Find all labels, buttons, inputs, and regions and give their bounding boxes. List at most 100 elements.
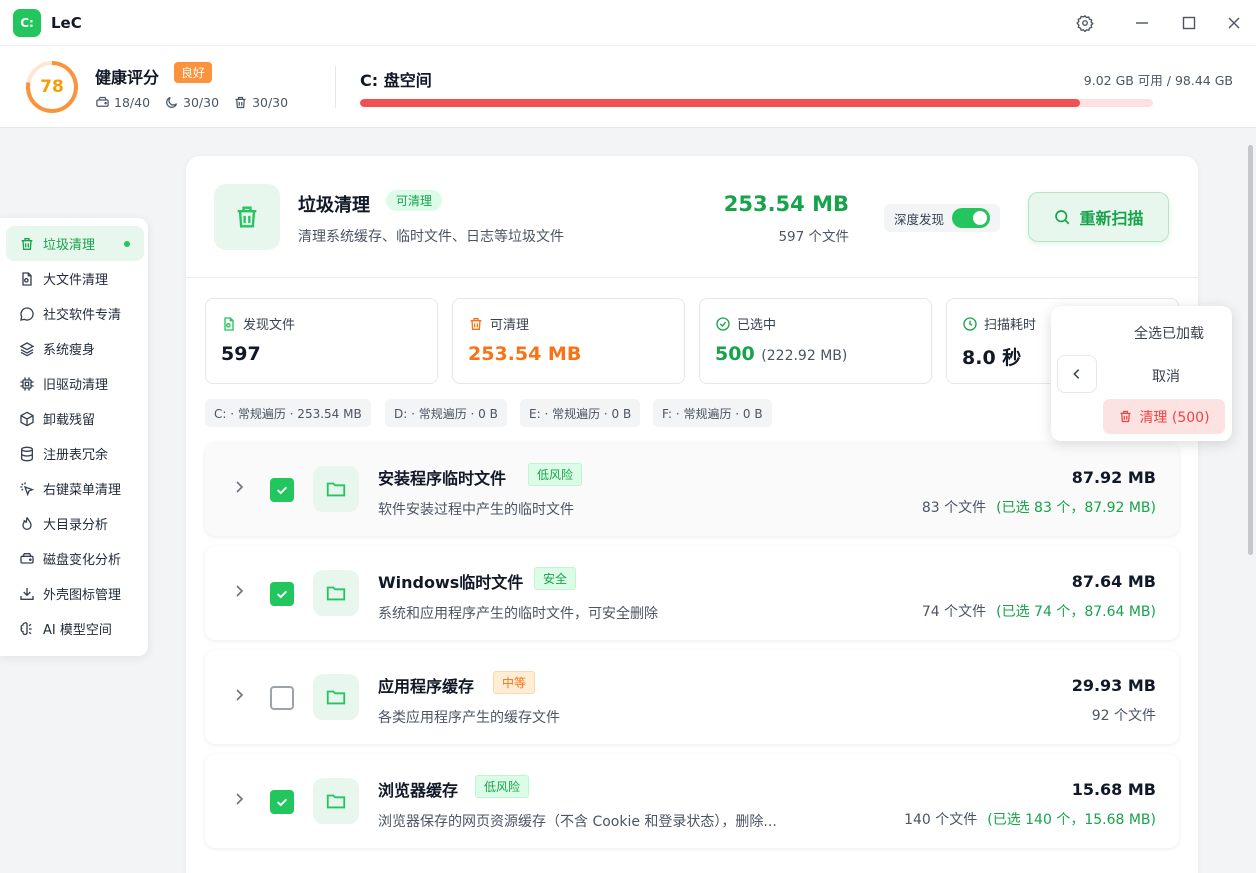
- stat-label: 可清理: [490, 318, 530, 333]
- health-stats: 18/40 30/30 30/30: [95, 95, 288, 110]
- search-icon: [1055, 210, 1070, 225]
- health-score-ring: 78: [26, 61, 78, 113]
- sidebar-item-junk-clean[interactable]: 垃圾清理: [6, 226, 144, 261]
- sidebar-item-label: 垃圾清理: [43, 238, 96, 253]
- sidebar-item-registry[interactable]: 注册表冗余: [6, 436, 144, 471]
- row-size: 87.92 MB: [1071, 468, 1156, 487]
- category-row-app-cache[interactable]: 应用程序缓存 中等 各类应用程序产生的缓存文件 29.93 MB 92 个文件: [205, 650, 1179, 744]
- deep-discovery-toggle[interactable]: [952, 208, 991, 228]
- hard-drive-icon: [20, 552, 34, 564]
- app-logo: C:: [13, 9, 41, 37]
- hard-drive-icon: [96, 96, 109, 107]
- stat-found-files: 发现文件 597: [205, 298, 438, 384]
- chevron-left-icon: [1073, 369, 1080, 379]
- clean-button[interactable]: 清理 (500): [1103, 399, 1225, 434]
- row-selected: (已选 140 个，15.68 MB): [987, 812, 1156, 828]
- brain-icon: [20, 621, 32, 635]
- stat-value: 253.54 MB: [468, 343, 582, 365]
- settings-gear-icon[interactable]: [1073, 11, 1097, 35]
- trash-icon: [21, 237, 33, 250]
- sidebar-item-uninstall[interactable]: 卸载残留: [6, 401, 144, 436]
- panel-icon: [214, 184, 280, 250]
- sidebar-item-social[interactable]: 社交软件专清: [6, 296, 144, 331]
- row-size: 29.93 MB: [1071, 676, 1156, 695]
- sidebar-item-ai-models[interactable]: AI 模型空间: [6, 611, 144, 646]
- layers-icon: [19, 341, 35, 356]
- sidebar-item-slim[interactable]: 系统瘦身: [6, 331, 144, 366]
- sidebar-item-label: 社交软件专清: [43, 308, 122, 323]
- sidebar-item-context-menu[interactable]: 右键菜单清理: [6, 471, 144, 506]
- stat-value: 8.0 秒: [962, 347, 1022, 369]
- row-checkbox[interactable]: [270, 790, 294, 814]
- active-dot: [124, 240, 130, 247]
- chevron-right-icon[interactable]: [231, 479, 247, 495]
- sidebar-item-label: 卸载残留: [43, 413, 96, 428]
- scrollbar-thumb[interactable]: [1248, 145, 1253, 555]
- health-stat-value: 18/40: [114, 95, 151, 110]
- row-selected: (已选 83 个，87.92 MB): [996, 500, 1156, 516]
- stat-cleanable: 可清理 253.54 MB: [452, 298, 685, 384]
- row-description: 浏览器保存的网页资源缓存（不含 Cookie 和登录状态），删除...: [378, 814, 777, 830]
- deep-discovery: 深度发现: [884, 204, 1001, 232]
- check-icon: [276, 590, 288, 599]
- sidebar-item-disk-change[interactable]: 磁盘变化分析: [6, 541, 144, 576]
- category-row-windows-temp[interactable]: Windows临时文件 安全 系统和应用程序产生的临时文件，可安全删除 87.6…: [205, 546, 1179, 640]
- category-row-browser-cache[interactable]: 浏览器缓存 低风险 浏览器保存的网页资源缓存（不含 Cookie 和登录状态），…: [205, 754, 1179, 848]
- file-search-icon: [224, 316, 234, 331]
- sidebar-item-large-files[interactable]: 大文件清理: [6, 261, 144, 296]
- row-checkbox[interactable]: [270, 582, 294, 606]
- deep-discovery-label: 深度发现: [894, 211, 945, 227]
- health-stat-value: 30/30: [183, 95, 220, 110]
- row-title: Windows临时文件: [378, 573, 524, 592]
- scrollbar[interactable]: [1247, 133, 1254, 869]
- drive-chip-d: D: · 常规遍历 · 0 B: [385, 399, 507, 427]
- sidebar-item-shell-icons[interactable]: 外壳图标管理: [6, 576, 144, 611]
- drive-chip-f: F: · 常规遍历 · 0 B: [653, 399, 772, 427]
- row-checkbox[interactable]: [270, 686, 294, 710]
- sidebar-item-drivers[interactable]: 旧驱动清理: [6, 366, 144, 401]
- sidebar-item-label: AI 模型空间: [43, 623, 112, 638]
- maximize-icon[interactable]: [1177, 11, 1201, 35]
- close-icon[interactable]: [1222, 11, 1246, 35]
- sidebar-item-dir-analysis[interactable]: 大目录分析: [6, 506, 144, 541]
- risk-badge: 中等: [493, 671, 536, 694]
- sidebar-item-label: 旧驱动清理: [43, 378, 109, 393]
- selection-actions-popup: 全选已加载 取消 清理 (500): [1051, 306, 1232, 441]
- sidebar-item-label: 大目录分析: [43, 518, 109, 533]
- stat-label: 发现文件: [243, 318, 296, 333]
- check-icon: [276, 486, 288, 495]
- title-bar: C: LeC: [0, 0, 1256, 46]
- collapse-button[interactable]: [1057, 355, 1097, 393]
- rescan-label: 重新扫描: [1079, 209, 1144, 228]
- row-title: 安装程序临时文件: [378, 469, 507, 488]
- trash-icon: [235, 96, 246, 109]
- moon-icon: [166, 96, 178, 108]
- trash-icon: [1120, 410, 1131, 423]
- drive-chip-c: C: · 常规遍历 · 253.54 MB: [205, 399, 371, 427]
- sidebar-item-label: 磁盘变化分析: [43, 553, 122, 568]
- disk-usage-fill: [360, 99, 1081, 107]
- minimize-icon[interactable]: [1130, 11, 1154, 35]
- health-header: 78 健康评分 良好 18/40 30/30 30/30 C: 盘空间 9.02…: [0, 46, 1256, 128]
- category-row-installer-temp[interactable]: 安装程序临时文件 低风险 软件安装过程中产生的临时文件 87.92 MB 83 …: [205, 442, 1179, 536]
- check-circle-icon: [716, 316, 730, 331]
- health-stat-disk: 18/40: [95, 95, 150, 110]
- rescan-button[interactable]: 重新扫描: [1028, 192, 1169, 242]
- row-selected: (已选 74 个，87.64 MB): [996, 604, 1156, 620]
- download-tray-icon: [20, 587, 34, 600]
- row-count: 74 个文件: [921, 604, 987, 620]
- disk-usage: 9.02 GB 可用 / 98.44 GB: [1083, 73, 1233, 88]
- health-score: 78: [30, 65, 74, 109]
- select-all-loaded-button[interactable]: 全选已加载: [1134, 323, 1204, 343]
- panel-description: 清理系统缓存、临时文件、日志等垃圾文件: [298, 229, 564, 245]
- chevron-right-icon[interactable]: [231, 583, 247, 599]
- risk-badge: 安全: [534, 567, 577, 590]
- stat-value: 597: [221, 343, 261, 365]
- row-checkbox[interactable]: [270, 478, 294, 502]
- cancel-button[interactable]: 取消: [1152, 366, 1180, 386]
- chevron-right-icon[interactable]: [231, 791, 247, 807]
- row-description: 各类应用程序产生的缓存文件: [378, 710, 560, 726]
- stat-label: 已选中: [737, 318, 777, 333]
- package-icon: [20, 411, 34, 426]
- chevron-right-icon[interactable]: [231, 687, 247, 703]
